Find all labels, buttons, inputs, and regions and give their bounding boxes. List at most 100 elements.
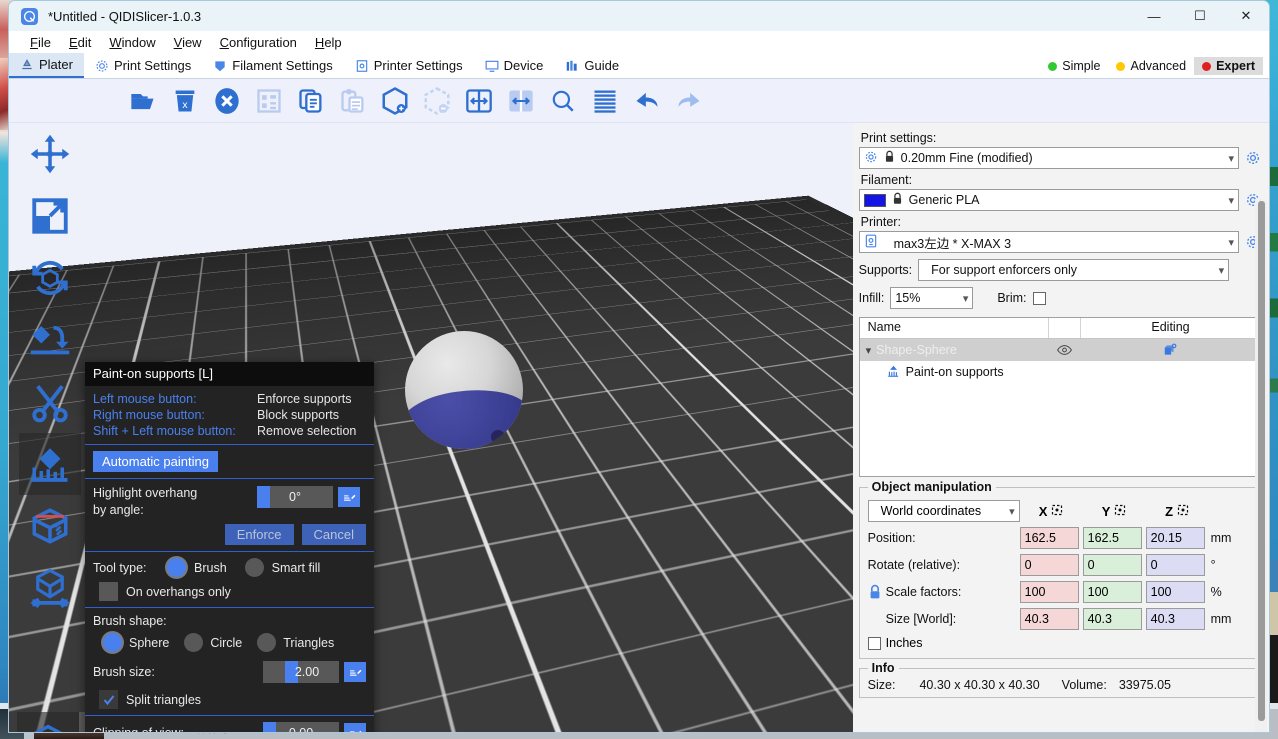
object-row-name[interactable]: ▾ Shape-Sphere <box>860 343 1048 357</box>
scale-z-input[interactable]: 100 <box>1146 581 1205 603</box>
supports-select[interactable]: For support enforcers only ▾ <box>918 259 1229 281</box>
enforce-button[interactable]: Enforce <box>225 524 294 545</box>
clipping-slider[interactable]: 0.00 <box>263 722 339 733</box>
position-z-input[interactable]: 20.15 <box>1146 527 1205 549</box>
cut-tool[interactable] <box>19 371 81 433</box>
size-x-input[interactable]: 40.3 <box>1020 608 1079 630</box>
menu-window[interactable]: Window <box>100 33 164 52</box>
remove-instance-icon[interactable] <box>421 85 453 117</box>
minimize-button[interactable]: — <box>1131 1 1177 31</box>
chevron-down-icon[interactable]: ▾ <box>866 344 872 357</box>
rotate-tool[interactable] <box>19 247 81 309</box>
viewport-3d[interactable]: Paint-on supports [L] Left mouse button:… <box>9 123 853 733</box>
inches-checkbox[interactable] <box>868 637 881 650</box>
delete-icon[interactable]: x <box>169 85 201 117</box>
brush-shape-sphere-radio[interactable] <box>103 633 122 652</box>
highlight-overhang-edit-icon[interactable] <box>338 487 360 507</box>
undo-icon[interactable] <box>631 85 663 117</box>
model-shape-sphere[interactable] <box>405 331 523 449</box>
chevron-down-icon[interactable]: ▾ <box>1209 264 1225 277</box>
redo-icon[interactable] <box>673 85 705 117</box>
chevron-down-icon[interactable]: ▾ <box>1228 152 1234 165</box>
mode-advanced[interactable]: Advanced <box>1108 57 1194 75</box>
paint-on-supports-tool[interactable] <box>19 433 81 495</box>
on-overhangs-only-checkbox[interactable] <box>99 582 118 601</box>
brush-shape-circle-radio[interactable] <box>184 633 203 652</box>
eye-icon[interactable] <box>1048 344 1080 356</box>
brim-checkbox[interactable] <box>1033 292 1046 305</box>
menu-view[interactable]: View <box>165 33 211 52</box>
table-row[interactable]: ▾ Shape-Sphere <box>860 339 1260 361</box>
tab-print-settings[interactable]: Print Settings <box>84 53 202 78</box>
menu-file[interactable]: File <box>21 33 60 52</box>
position-x-input[interactable]: 162.5 <box>1020 527 1079 549</box>
mode-simple[interactable]: Simple <box>1040 57 1108 75</box>
reset-y-icon[interactable] <box>1114 504 1126 519</box>
editing-icon[interactable] <box>1080 343 1260 357</box>
coordinate-space-select[interactable]: World coordinates ▾ <box>868 500 1020 522</box>
printer-combo[interactable]: max3左边 * X-MAX 3 ▾ <box>859 231 1239 253</box>
rotate-z-input[interactable]: 0 <box>1146 554 1205 576</box>
place-on-face-tool[interactable] <box>19 309 81 371</box>
open-project-icon[interactable] <box>127 85 159 117</box>
close-button[interactable]: ✕ <box>1223 1 1269 31</box>
tab-device[interactable]: Device <box>474 53 555 78</box>
reset-x-icon[interactable] <box>1051 504 1063 519</box>
maximize-button[interactable]: ☐ <box>1177 1 1223 31</box>
size-z-input[interactable]: 40.3 <box>1146 608 1205 630</box>
scale-x-input[interactable]: 100 <box>1020 581 1079 603</box>
copy-icon[interactable] <box>295 85 327 117</box>
automatic-painting-button[interactable]: Automatic painting <box>93 451 218 472</box>
move-tool[interactable] <box>19 123 81 185</box>
menu-edit[interactable]: Edit <box>60 33 100 52</box>
mode-expert[interactable]: Expert <box>1194 57 1263 75</box>
brush-shape-triangles-radio[interactable] <box>257 633 276 652</box>
print-settings-combo[interactable]: 0.20mm Fine (modified) ▾ <box>859 147 1239 169</box>
object-list[interactable]: Name Editing ▾ Shape-Sphere <box>859 317 1261 477</box>
tab-filament-settings[interactable]: Filament Settings <box>202 53 343 78</box>
reset-z-icon[interactable] <box>1177 504 1189 519</box>
chevron-down-icon[interactable]: ▾ <box>953 292 969 305</box>
chevron-down-icon[interactable]: ▾ <box>1228 236 1234 249</box>
split-objects-icon[interactable] <box>463 85 495 117</box>
position-y-input[interactable]: 162.5 <box>1083 527 1142 549</box>
infill-select[interactable]: 15% ▾ <box>890 287 973 309</box>
size-y-input[interactable]: 40.3 <box>1083 608 1142 630</box>
paste-icon[interactable] <box>337 85 369 117</box>
rotate-x-input[interactable]: 0 <box>1020 554 1079 576</box>
filament-combo[interactable]: Generic PLA ▾ <box>859 189 1239 211</box>
chevron-down-icon[interactable]: ▾ <box>1009 505 1015 518</box>
layers-icon[interactable] <box>589 85 621 117</box>
cancel-button[interactable]: Cancel <box>302 524 366 545</box>
add-instance-icon[interactable] <box>379 85 411 117</box>
brush-size-edit-icon[interactable] <box>344 662 366 682</box>
tab-guide[interactable]: Guide <box>554 53 630 78</box>
tool-type-brush-radio[interactable] <box>167 558 186 577</box>
brush-size-slider[interactable]: 2.00 <box>263 661 339 683</box>
menu-help[interactable]: Help <box>306 33 351 52</box>
scale-tool[interactable] <box>19 185 81 247</box>
highlight-overhang-slider[interactable]: 0° <box>257 486 333 508</box>
split-parts-icon[interactable] <box>505 85 537 117</box>
editor-view-toggle[interactable] <box>17 712 79 733</box>
search-icon[interactable] <box>547 85 579 117</box>
split-triangles-checkbox[interactable] <box>99 690 118 709</box>
table-row[interactable]: Paint-on supports <box>860 361 1260 383</box>
print-settings-gear-button[interactable] <box>1244 150 1261 167</box>
delete-all-icon[interactable] <box>211 85 243 117</box>
chevron-down-icon[interactable]: ▾ <box>1228 194 1234 207</box>
sidebar-scrollbar-thumb[interactable] <box>1258 201 1265 721</box>
tool-type-smartfill-radio[interactable] <box>245 558 264 577</box>
menu-configuration[interactable]: Configuration <box>211 33 306 52</box>
slider-knob[interactable] <box>263 722 276 733</box>
seam-painting-tool[interactable] <box>19 495 81 557</box>
uniform-scale-lock-icon[interactable] <box>868 584 882 603</box>
scale-y-input[interactable]: 100 <box>1083 581 1142 603</box>
measure-tool[interactable] <box>19 557 81 619</box>
clipping-edit-icon[interactable] <box>344 723 366 733</box>
tab-plater[interactable]: Plater <box>9 53 84 78</box>
tab-printer-settings[interactable]: Printer Settings <box>344 53 474 78</box>
slider-knob[interactable] <box>257 486 270 508</box>
rotate-y-input[interactable]: 0 <box>1083 554 1142 576</box>
arrange-icon[interactable] <box>253 85 285 117</box>
